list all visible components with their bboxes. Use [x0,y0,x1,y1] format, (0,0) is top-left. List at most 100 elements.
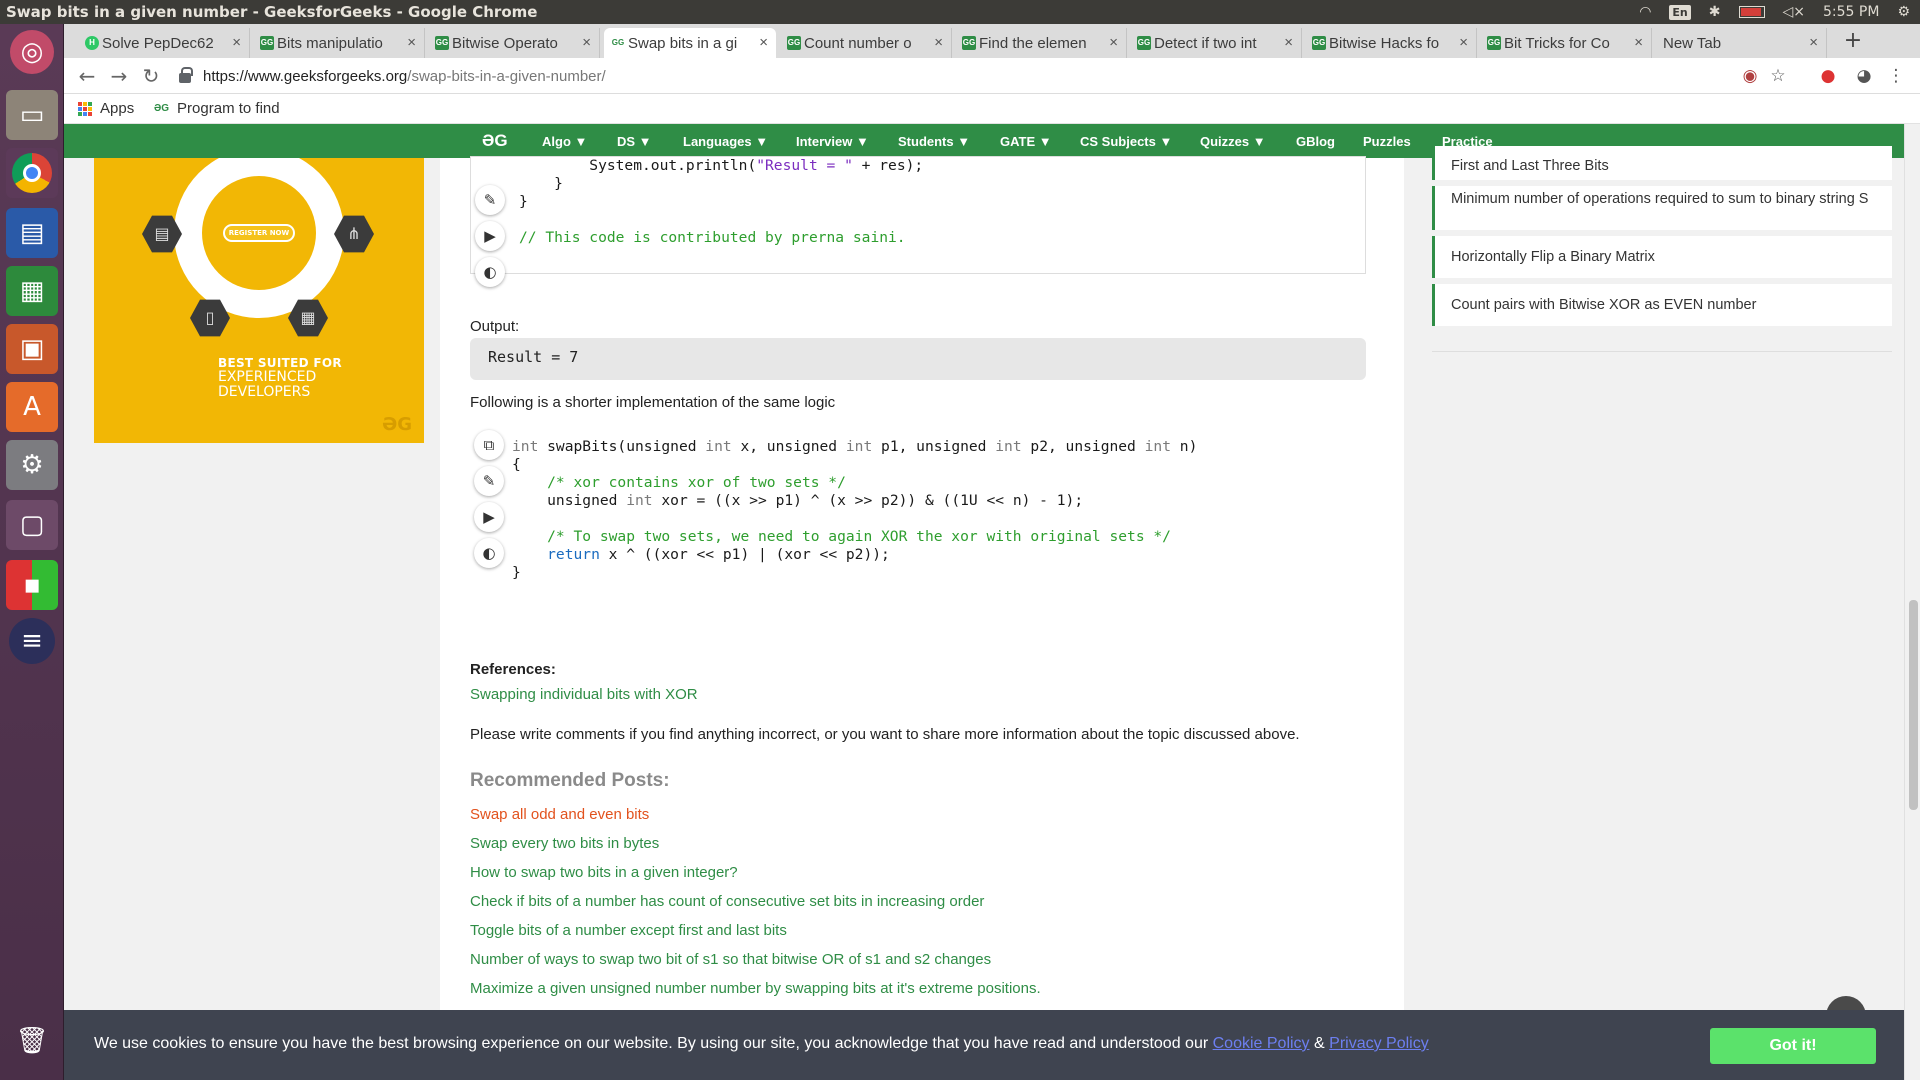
nav-interview[interactable]: Interview ▼ [796,134,869,149]
power-gear-icon[interactable]: ⚙ [1897,4,1910,20]
advertisement-banner[interactable]: REGISTER NOW ▤ ⋔ ▯ ▦ BEST SUITED FOR EXP… [94,158,424,443]
tab-label: Bit Tricks for Co [1504,34,1610,52]
gfg-logo[interactable]: ƏG [482,131,508,151]
keyboard-lang-indicator[interactable]: En [1669,4,1691,20]
edit-icon[interactable]: ✎ [474,466,504,496]
tab-bit-tricks[interactable]: GG Bit Tricks for Co × [1480,28,1652,58]
close-icon[interactable]: × [1809,34,1818,51]
software-center-icon[interactable]: A [6,382,58,432]
code-token: swapBits(unsigned [538,438,706,455]
nav-gate[interactable]: GATE ▼ [1000,134,1052,149]
bookmarks-bar: Apps ƏG Program to find [64,94,1920,124]
tab-bits-manipulation[interactable]: GG Bits manipulatio × [253,28,425,58]
rubik-icon[interactable]: ▪ [6,560,58,610]
code-line: { [512,456,521,473]
tab-bitwise-hacks[interactable]: GG Bitwise Hacks fo × [1305,28,1477,58]
close-icon[interactable]: × [1634,34,1643,51]
theme-icon[interactable]: ◐ [475,257,505,287]
nav-languages[interactable]: Languages ▼ [683,134,768,149]
nav-students[interactable]: Students ▼ [898,134,970,149]
battery-icon[interactable] [1738,6,1765,18]
recommended-post-link[interactable]: Swap all odd and even bits [470,806,649,823]
page-scrollbar[interactable] [1904,124,1920,1080]
register-now-button[interactable]: REGISTER NOW [223,224,295,242]
nav-gblog[interactable]: GBlog [1296,134,1335,149]
recommended-post-link[interactable]: Swap every two bits in bytes [470,835,659,852]
got-it-button[interactable]: Got it! [1710,1028,1876,1064]
sidebar-link[interactable]: Count pairs with Bitwise XOR as EVEN num… [1432,284,1892,326]
sidebar-link[interactable]: Minimum number of operations required to… [1432,186,1892,230]
close-icon[interactable]: × [232,34,241,51]
nav-algo[interactable]: Algo ▼ [542,134,587,149]
bookmark-program-to-find[interactable]: ƏG Program to find [154,100,280,117]
tab-bitwise-operators[interactable]: GG Bitwise Operato × [428,28,600,58]
sidebar-link[interactable]: Horizontally Flip a Binary Matrix [1432,236,1892,278]
tab-detect-two-int[interactable]: GG Detect if two int × [1130,28,1302,58]
bluetooth-icon[interactable]: ✱ [1709,4,1721,20]
code-token: unsigned [512,492,627,509]
chrome-icon[interactable] [6,148,58,198]
close-icon[interactable]: × [1459,34,1468,51]
chrome-toolbar: ← → ↻ https:// www.geeksforgeeks.org /sw… [64,58,1920,94]
theme-icon[interactable]: ◐ [474,538,504,568]
writer-icon[interactable]: ▤ [6,208,58,258]
files-icon[interactable]: ▭ [6,90,58,140]
workspace-icon[interactable]: ▢ [6,500,58,550]
tab-find-element[interactable]: GG Find the elemen × [955,28,1127,58]
copy-icon[interactable]: ⧉ [474,430,504,460]
impress-icon[interactable]: ▣ [6,324,58,374]
address-bar[interactable]: https:// www.geeksforgeeks.org /swap-bit… [179,62,1779,90]
volume-icon[interactable]: ◁× [1783,4,1806,20]
code-token: p1, unsigned [872,438,996,455]
recommended-post-link[interactable]: Toggle bits of a number except first and… [470,922,787,939]
bookmark-apps[interactable]: Apps [78,100,134,117]
new-tab-button[interactable]: + [1838,28,1868,54]
code-comment: /* To swap two sets, we need to again XO… [512,528,1171,545]
close-icon[interactable]: × [1284,34,1293,51]
nav-ds[interactable]: DS ▼ [617,134,652,149]
privacy-policy-link[interactable]: Privacy Policy [1329,1035,1429,1052]
recommended-post-link[interactable]: Number of ways to swap two bit of s1 so … [470,951,991,968]
recommended-post-link[interactable]: How to swap two bits in a given integer? [470,864,738,881]
run-icon[interactable]: ▶ [474,502,504,532]
close-icon[interactable]: × [759,34,768,51]
trash-icon[interactable]: 🗑 [6,1016,58,1066]
tab-solve-pepdec[interactable]: H Solve PepDec62 × [78,28,250,58]
wifi-icon[interactable]: ◠ [1639,4,1651,20]
tab-swap-bits-active[interactable]: GG Swap bits in a gi × [604,28,776,58]
close-icon[interactable]: × [582,34,591,51]
reload-button[interactable]: ↻ [138,64,164,88]
extension-icon[interactable]: ● [1818,66,1838,86]
sidebar-link[interactable]: First and Last Three Bits [1432,146,1892,180]
calc-icon[interactable]: ▦ [6,266,58,316]
cookie-policy-link[interactable]: Cookie Policy [1213,1035,1310,1052]
code-line: } [519,193,528,210]
settings-icon[interactable]: ⚙ [6,440,58,490]
profile-icon[interactable]: ◕ [1854,66,1874,86]
close-icon[interactable]: × [1109,34,1118,51]
eclipse-icon[interactable]: ≡ [9,618,55,664]
close-icon[interactable]: × [934,34,943,51]
chrome-menu-icon[interactable]: ⋮ [1886,66,1906,86]
nav-puzzles[interactable]: Puzzles [1363,134,1411,149]
forward-button[interactable]: → [106,64,132,88]
gfg-favicon-icon: GG [962,36,976,50]
run-icon[interactable]: ▶ [475,221,505,251]
tab-count-number[interactable]: GG Count number o × [780,28,952,58]
back-button[interactable]: ← [74,64,100,88]
reference-link[interactable]: Swapping individual bits with XOR [470,686,698,703]
tab-new-tab[interactable]: New Tab × [1655,28,1827,58]
nav-quizzes[interactable]: Quizzes ▼ [1200,134,1266,149]
star-icon[interactable]: ☆ [1768,66,1788,86]
recommended-post-link[interactable]: Maximize a given unsigned number number … [470,980,1041,997]
close-icon[interactable]: × [407,34,416,51]
clock[interactable]: 5:55 PM [1823,4,1879,20]
recommended-post-link[interactable]: Check if bits of a number has count of c… [470,893,984,910]
scrollbar-thumb[interactable] [1909,600,1918,810]
lock-icon[interactable] [179,67,193,83]
output-box: Result = 7 [470,338,1366,380]
nav-cs-subjects[interactable]: CS Subjects ▼ [1080,134,1172,149]
ubuntu-logo-icon[interactable]: ◎ [10,30,54,74]
edit-icon[interactable]: ✎ [475,185,505,215]
site-permissions-icon[interactable]: ◉ [1740,66,1760,86]
